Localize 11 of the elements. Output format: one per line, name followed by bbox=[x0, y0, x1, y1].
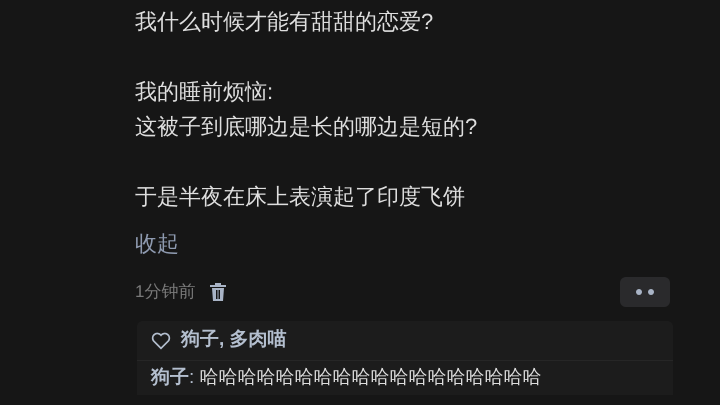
more-icon bbox=[636, 289, 654, 295]
trash-icon[interactable] bbox=[209, 282, 228, 302]
comment-text: 我的睡前烦恼: 这被子到底哪边是长的哪边是短的? bbox=[135, 78, 478, 141]
timestamp: 1分钟前 bbox=[135, 281, 196, 304]
comment-text: 于是半夜在床上表演起了印度飞饼 bbox=[135, 183, 465, 211]
collapse-link[interactable]: 收起 bbox=[135, 226, 179, 261]
comment-text: 我什么时候才能有甜甜的恋爱? bbox=[135, 8, 434, 36]
heart-icon bbox=[151, 332, 171, 350]
liked-by-names[interactable]: 狗子, 多肉喵 bbox=[181, 326, 287, 355]
reply-text: 狗子: 哈哈哈哈哈哈哈哈哈哈哈哈哈哈哈哈哈哈 bbox=[150, 366, 543, 390]
more-button[interactable] bbox=[620, 277, 670, 307]
